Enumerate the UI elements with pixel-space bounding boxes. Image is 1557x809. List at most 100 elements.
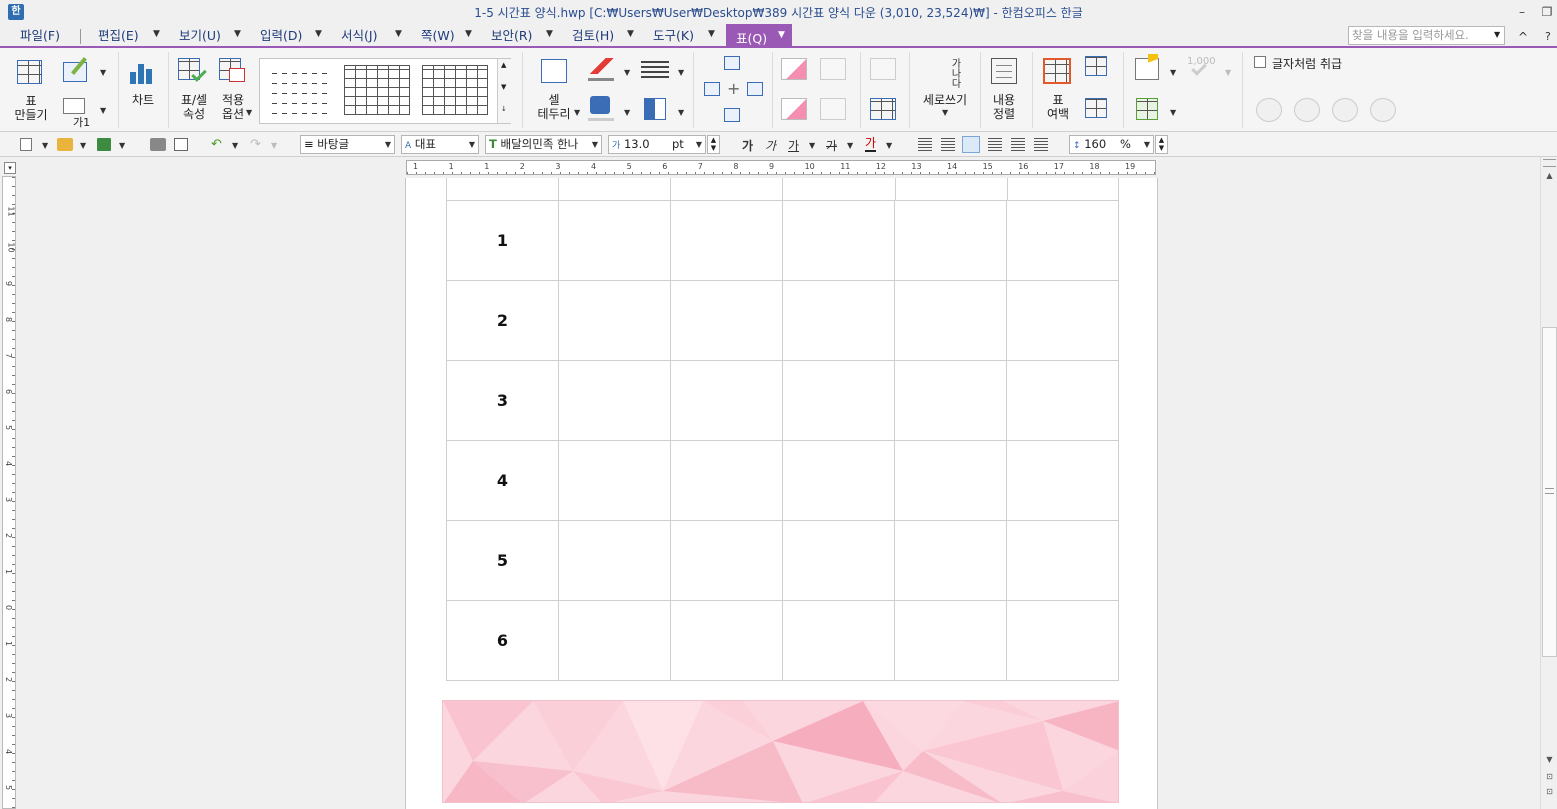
menu-file[interactable]: 파일(F) bbox=[20, 27, 60, 47]
table-cell[interactable] bbox=[558, 360, 671, 441]
delete-column-icon[interactable] bbox=[781, 98, 807, 120]
minimize-button[interactable]: – bbox=[1512, 2, 1532, 22]
open-folder-icon[interactable] bbox=[57, 138, 73, 151]
underline-button[interactable]: 가 bbox=[788, 137, 799, 154]
table-cell[interactable] bbox=[782, 440, 895, 521]
next-page-icon[interactable]: ⊡ bbox=[1543, 785, 1556, 798]
dropdown-arrow-icon[interactable]: ▼ bbox=[678, 68, 684, 77]
table-cell[interactable] bbox=[1006, 280, 1119, 361]
table-cell[interactable] bbox=[670, 200, 783, 281]
dropdown-arrow-icon[interactable]: ▼ bbox=[847, 141, 853, 150]
menu-table-tab[interactable]: 표(Q) ▼ bbox=[726, 24, 792, 48]
align-right-icon[interactable] bbox=[988, 138, 1002, 151]
grid-table-style-icon[interactable] bbox=[422, 65, 488, 115]
timetable[interactable]: 123456 bbox=[446, 200, 1119, 681]
insert-column-left-icon[interactable] bbox=[704, 82, 720, 96]
cell-shade-icon[interactable] bbox=[644, 98, 666, 120]
chevron-down-icon[interactable]: ▼ bbox=[315, 29, 322, 39]
chevron-down-icon[interactable]: ▼ bbox=[465, 29, 472, 39]
dropdown-arrow-icon[interactable]: ▼ bbox=[42, 141, 48, 150]
menu-format[interactable]: 서식(J) bbox=[341, 27, 377, 47]
menu-edit[interactable]: 편집(E) bbox=[98, 27, 139, 47]
dropdown-arrow-icon[interactable]: ▼ bbox=[574, 108, 580, 117]
chart-button[interactable]: 차트 bbox=[126, 93, 160, 107]
brush-icon[interactable] bbox=[590, 58, 614, 74]
new-document-icon[interactable] bbox=[20, 138, 32, 151]
dropdown-arrow-icon[interactable]: ▼ bbox=[1170, 68, 1176, 77]
chevron-down-icon[interactable]: ▼ bbox=[546, 29, 553, 39]
calculator-icon[interactable] bbox=[1136, 98, 1158, 120]
horizontal-ruler[interactable]: 1 1 1 2 3 4 5 6 7 8 9 10 11 12 13 14 15 16 17 18 19 bbox=[406, 160, 1156, 175]
cell-border-button[interactable]: 셀 테두리 bbox=[534, 93, 574, 121]
table-style-gallery[interactable]: ▲ ▼ ↓ bbox=[259, 58, 511, 124]
chevron-down-icon[interactable]: ▼ bbox=[153, 29, 160, 39]
table-cell[interactable] bbox=[558, 200, 671, 281]
table-cell[interactable] bbox=[1006, 440, 1119, 521]
ribbon-collapse-icon[interactable]: ^ bbox=[1518, 30, 1528, 44]
divide-icon[interactable] bbox=[1034, 138, 1048, 151]
cell-border-icon[interactable] bbox=[541, 59, 567, 83]
period-number-cell[interactable]: 2 bbox=[446, 280, 559, 361]
table-margin-button[interactable]: 표 여백 bbox=[1038, 93, 1078, 121]
align-center-icon[interactable] bbox=[962, 136, 980, 153]
align-left-icon[interactable] bbox=[941, 138, 955, 151]
table-cell[interactable] bbox=[894, 360, 1007, 441]
dropdown-arrow-icon[interactable]: ▼ bbox=[678, 108, 684, 117]
table-cell[interactable] bbox=[894, 520, 1007, 601]
dropdown-arrow-icon[interactable]: ▼ bbox=[246, 108, 252, 117]
scroll-thumb[interactable] bbox=[1542, 327, 1557, 657]
menu-security[interactable]: 보안(R) bbox=[491, 27, 532, 47]
dropdown-arrow-icon[interactable]: ▼ bbox=[886, 141, 892, 150]
table-cell-properties-button[interactable]: 표/셀 속성 bbox=[176, 93, 212, 121]
dropdown-arrow-icon[interactable]: ▼ bbox=[809, 141, 815, 150]
table-cell[interactable] bbox=[670, 440, 783, 521]
table-cell[interactable] bbox=[782, 280, 895, 361]
table-cell[interactable] bbox=[670, 360, 783, 441]
period-number-cell[interactable]: 4 bbox=[446, 440, 559, 521]
scroll-up-icon[interactable]: ▲ bbox=[1543, 169, 1556, 182]
previous-page-icon[interactable]: ⊡ bbox=[1543, 770, 1556, 783]
period-number-cell[interactable]: 5 bbox=[446, 520, 559, 601]
table-cell[interactable] bbox=[558, 520, 671, 601]
period-number-cell[interactable]: 3 bbox=[446, 360, 559, 441]
row-height-icon[interactable] bbox=[1085, 56, 1107, 76]
scroll-down-icon[interactable]: ▼ bbox=[1543, 753, 1556, 766]
fill-bucket-icon[interactable] bbox=[590, 96, 610, 114]
split-handle-icon[interactable] bbox=[1543, 159, 1556, 167]
table-cell[interactable] bbox=[1006, 200, 1119, 281]
undo-icon[interactable]: ↶ bbox=[211, 137, 222, 152]
table-cell[interactable] bbox=[558, 600, 671, 681]
print-icon[interactable] bbox=[150, 138, 166, 151]
grid-table-style-icon[interactable] bbox=[344, 65, 410, 115]
chevron-down-icon[interactable]: ▼ bbox=[708, 29, 715, 39]
line-spacing-field[interactable]: ↕ 160 % ▼ bbox=[1069, 135, 1154, 154]
table-cell[interactable] bbox=[670, 280, 783, 361]
line-style-icon[interactable] bbox=[641, 58, 669, 78]
table-cell[interactable] bbox=[670, 600, 783, 681]
menu-page[interactable]: 쪽(W) bbox=[421, 27, 455, 47]
delete-row-icon[interactable] bbox=[781, 58, 807, 80]
table-cell[interactable] bbox=[782, 360, 895, 441]
strikethrough-button[interactable]: 가 bbox=[826, 137, 837, 154]
font-size-field[interactable]: 가 13.0 pt ▼ bbox=[608, 135, 706, 154]
menu-tools[interactable]: 도구(K) bbox=[653, 27, 694, 47]
menu-review[interactable]: 검토(H) bbox=[572, 27, 614, 47]
dropdown-arrow-icon[interactable]: ▼ bbox=[624, 68, 630, 77]
table-cell[interactable] bbox=[894, 280, 1007, 361]
table-cell[interactable] bbox=[894, 200, 1007, 281]
table-cell[interactable] bbox=[1006, 520, 1119, 601]
search-dropdown-icon[interactable]: ▼ bbox=[1494, 30, 1500, 39]
dropdown-arrow-icon[interactable]: ▼ bbox=[119, 141, 125, 150]
vertical-text-icon[interactable]: 가나다 bbox=[929, 58, 960, 88]
style-select[interactable]: ≡ 바탕글 ▼ bbox=[300, 135, 395, 154]
ruler-corner-button[interactable]: ▾ bbox=[4, 162, 16, 174]
chevron-down-icon[interactable]: ▼ bbox=[234, 29, 241, 39]
dropdown-arrow-icon[interactable]: ▼ bbox=[100, 106, 106, 115]
dropdown-arrow-icon[interactable]: ▼ bbox=[100, 68, 106, 77]
vertical-text-button[interactable]: 세로쓰기 bbox=[917, 93, 973, 107]
table-margin-icon[interactable] bbox=[1043, 58, 1071, 84]
language-select[interactable]: A 대표 ▼ bbox=[401, 135, 479, 154]
dropdown-arrow-icon[interactable]: ▼ bbox=[232, 141, 238, 150]
table-cell[interactable] bbox=[782, 200, 895, 281]
vertical-scrollbar[interactable]: ▲ ▼ ⊡ ⊡ bbox=[1540, 157, 1557, 809]
